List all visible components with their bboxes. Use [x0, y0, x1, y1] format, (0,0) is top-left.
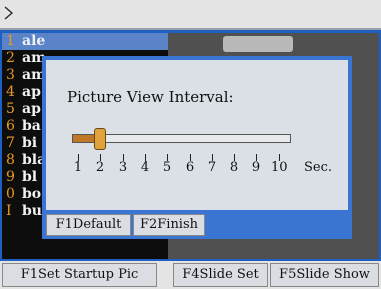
slider-tick-label: 6: [185, 160, 195, 175]
dialog-body: Picture View Interval: 1 2 3 4 5 6 7 8 9 10 Sec.: [46, 60, 348, 210]
list-item-label: ap: [22, 101, 41, 117]
set-startup-pic-button[interactable]: F1Set Startup Pic: [2, 263, 157, 287]
default-button[interactable]: F1Default: [46, 214, 131, 236]
slider-tick-label: 7: [207, 160, 217, 175]
slider-tick-label: 5: [162, 160, 172, 175]
list-item-label: ba: [22, 118, 41, 134]
slider-tick-label: 2: [95, 160, 105, 175]
slide-set-button[interactable]: F4Slide Set: [173, 263, 268, 287]
slider-tick-label: 9: [251, 160, 261, 175]
list-item-number: 8: [6, 152, 15, 168]
slide-show-button[interactable]: F5Slide Show: [270, 263, 379, 287]
picture-view-interval-dialog: Picture View Interval: 1 2 3 4 5 6 7 8 9 10 Sec. …: [42, 56, 352, 239]
list-item-label: ale: [22, 33, 46, 49]
slider-tick-label: 4: [140, 160, 150, 175]
list-item-label: bi: [22, 135, 38, 151]
play-arrow-icon: [4, 6, 13, 20]
finish-button[interactable]: F2Finish: [133, 214, 205, 236]
list-item[interactable]: 1 ale: [2, 33, 168, 50]
list-item-number: 4: [6, 84, 15, 100]
slider-tick-label: 10: [271, 160, 288, 175]
interval-slider-thumb[interactable]: [94, 128, 106, 150]
list-item-number: 3: [6, 67, 15, 83]
bottom-toolbar: F1Set Startup Pic F4Slide Set F5Slide Sh…: [0, 261, 381, 289]
list-item-number: 2: [6, 50, 15, 66]
list-item-number: 6: [6, 118, 15, 134]
list-item-number: 5: [6, 101, 15, 117]
dialog-title: Picture View Interval:: [67, 88, 234, 106]
list-item-number: 7: [6, 135, 15, 151]
list-item-label: bo: [22, 186, 42, 202]
slider-tick-label: 1: [73, 160, 83, 175]
slider-tick-label: 8: [229, 160, 239, 175]
slider-tick-label: 3: [118, 160, 128, 175]
list-item-label: ap: [22, 84, 41, 100]
list-item-number: I: [6, 203, 12, 219]
list-item-number: 1: [6, 33, 15, 49]
list-item-number: 9: [6, 169, 15, 185]
list-item-label: bl: [22, 169, 38, 185]
slider-unit: Sec.: [304, 160, 333, 175]
top-bar: [0, 0, 381, 30]
list-item-number: 0: [6, 186, 15, 202]
preview-image: [223, 36, 293, 52]
